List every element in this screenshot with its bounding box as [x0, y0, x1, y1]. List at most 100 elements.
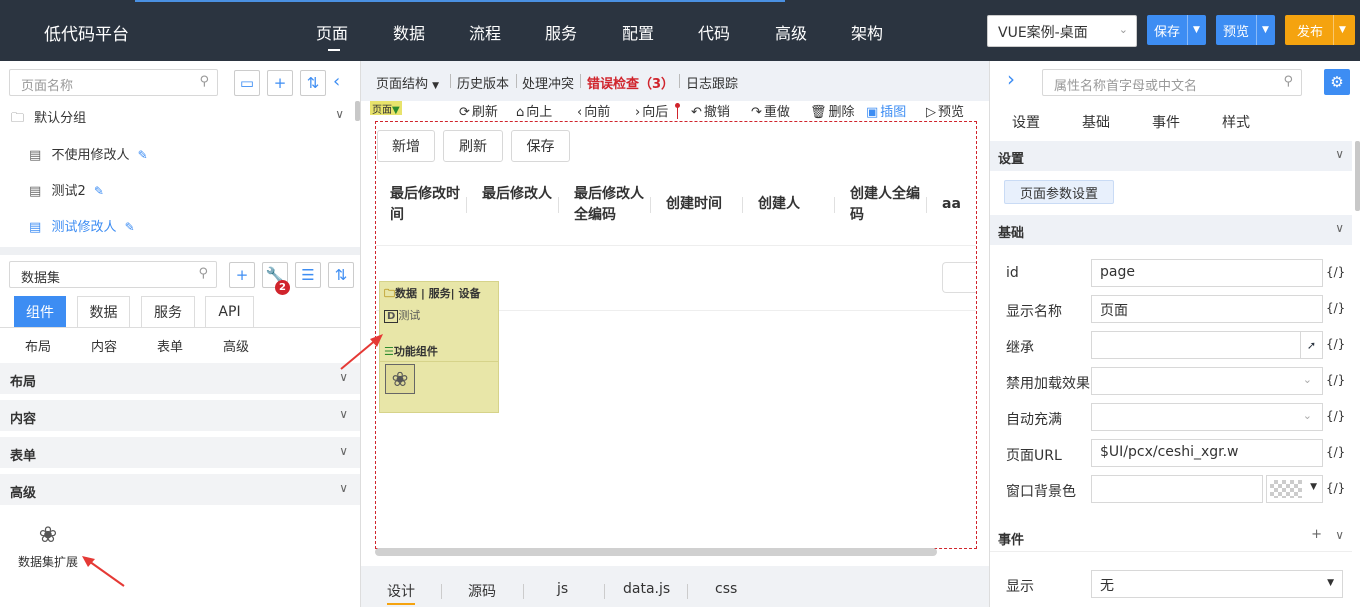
tab-events[interactable]: 事件: [1152, 112, 1180, 132]
column-header[interactable]: 最后修改人全编码: [574, 184, 644, 226]
sort-button[interactable]: ⇅: [328, 262, 354, 288]
page-search-input[interactable]: 页面名称 ⚲: [9, 69, 218, 96]
action-undo[interactable]: ↶ 撤销: [691, 101, 730, 120]
popup-item-test[interactable]: D 测试: [384, 307, 420, 323]
section-layout[interactable]: 布局 ∨: [0, 363, 360, 395]
window-bg-field[interactable]: [1091, 475, 1263, 503]
id-field[interactable]: page: [1091, 259, 1323, 287]
expression-toggle[interactable]: {/}: [1326, 265, 1345, 279]
nav-page[interactable]: 页面: [316, 20, 348, 51]
action-preview[interactable]: ▷ 预览: [926, 101, 964, 120]
cell-input-stub[interactable]: [942, 262, 976, 293]
error-check-link[interactable]: 错误检查（3）: [587, 73, 674, 92]
section-basic[interactable]: 基础 ∨: [990, 215, 1352, 245]
tree-item-page[interactable]: ▤ 测试2 ✎: [0, 180, 352, 199]
gear-icon[interactable]: ⚙: [1324, 69, 1350, 95]
action-redo[interactable]: ↷ 重做: [751, 101, 790, 120]
dataset-extension-component[interactable]: ❀ 数据集扩展: [12, 523, 84, 570]
action-up[interactable]: ⌂ 向上: [516, 101, 552, 120]
log-trace-link[interactable]: 日志跟踪: [686, 73, 738, 92]
expression-toggle[interactable]: {/}: [1326, 409, 1345, 423]
add-page-button[interactable]: +: [267, 70, 293, 96]
tree-item-page[interactable]: ▤ 不使用修改人 ✎: [0, 144, 352, 163]
save-button[interactable]: 保存: [511, 130, 570, 162]
subtab-advanced[interactable]: 高级: [223, 336, 249, 355]
collapse-left-icon[interactable]: ‹: [333, 71, 340, 92]
tab-css[interactable]: css: [715, 581, 737, 597]
ordered-list-button[interactable]: ☰: [295, 262, 321, 288]
property-search-input[interactable]: 属性名称首字母或中文名 ⚲: [1042, 69, 1302, 96]
clover-icon[interactable]: ❀: [385, 364, 415, 394]
expression-toggle[interactable]: {/}: [1326, 445, 1345, 459]
pencil-icon[interactable]: ✎: [138, 148, 148, 162]
nav-config[interactable]: 配置: [622, 20, 654, 44]
tab-api[interactable]: API: [205, 296, 254, 328]
sort-button[interactable]: ⇅: [300, 70, 326, 96]
component-search-input[interactable]: 数据集 ⚲: [9, 261, 217, 288]
pencil-icon[interactable]: ✎: [94, 184, 104, 198]
properties-scrollbar[interactable]: [1355, 141, 1360, 211]
action-delete[interactable]: 🗑 删除: [810, 101, 855, 120]
subtab-form[interactable]: 表单: [157, 336, 183, 355]
column-header[interactable]: aa: [942, 194, 972, 215]
nav-flow[interactable]: 流程: [469, 20, 501, 44]
tab-components[interactable]: 组件: [14, 296, 66, 328]
tab-data-js[interactable]: data.js: [623, 581, 670, 597]
add-folder-button[interactable]: ▭: [234, 70, 260, 96]
tab-services[interactable]: 服务: [141, 296, 195, 328]
tab-settings[interactable]: 设置: [1012, 112, 1040, 132]
refresh-button[interactable]: 刷新: [443, 130, 503, 162]
plus-icon[interactable]: +: [1311, 527, 1322, 542]
tab-design[interactable]: 设计: [387, 581, 415, 605]
tab-js[interactable]: js: [557, 581, 568, 597]
nav-code[interactable]: 代码: [698, 20, 730, 44]
tree-scrollbar[interactable]: [355, 101, 360, 121]
project-select[interactable]: VUE案例-桌面 ⌄: [987, 15, 1137, 47]
section-advanced[interactable]: 高级 ∨: [0, 474, 360, 506]
save-button[interactable]: 保存 ▼: [1147, 15, 1206, 45]
expression-toggle[interactable]: {/}: [1326, 337, 1345, 351]
inherit-field[interactable]: ➚: [1091, 331, 1323, 359]
caret-down-icon[interactable]: ▼: [1333, 15, 1351, 45]
page-structure-dropdown[interactable]: 页面结构 ▼: [376, 73, 439, 92]
section-events[interactable]: 事件 + ∨: [990, 522, 1352, 552]
nav-data[interactable]: 数据: [393, 20, 425, 44]
page-node-tag[interactable]: 页面▼: [370, 101, 402, 116]
column-header[interactable]: 创建时间: [666, 194, 746, 215]
canvas-horizontal-scrollbar[interactable]: [375, 548, 937, 556]
page-url-field[interactable]: $UI/pcx/ceshi_xgr.w: [1091, 439, 1323, 467]
caret-down-icon[interactable]: ▼: [1256, 15, 1274, 45]
column-header[interactable]: 创建人: [758, 194, 828, 215]
tab-source[interactable]: 源码: [468, 581, 496, 601]
subtab-layout[interactable]: 布局: [25, 336, 51, 355]
expression-toggle[interactable]: {/}: [1326, 481, 1345, 495]
nav-service[interactable]: 服务: [545, 20, 577, 44]
column-header[interactable]: 创建人全编码: [850, 184, 920, 226]
tree-item-page-selected[interactable]: ▤ 测试修改人 ✎: [0, 216, 352, 235]
column-header[interactable]: 最后修改时间: [390, 184, 460, 226]
page-param-settings-button[interactable]: 页面参数设置: [1004, 180, 1114, 204]
tab-style[interactable]: 样式: [1222, 112, 1250, 132]
nav-architecture[interactable]: 架构: [851, 20, 883, 44]
preview-button[interactable]: 预览 ▼: [1216, 15, 1275, 45]
pencil-icon[interactable]: ✎: [125, 220, 135, 234]
display-select[interactable]: 无 ▼: [1091, 570, 1343, 598]
resolve-conflict-link[interactable]: 处理冲突: [522, 73, 574, 92]
history-version-link[interactable]: 历史版本: [457, 73, 509, 92]
action-forward[interactable]: ‹ 向前: [577, 101, 610, 120]
nav-advanced[interactable]: 高级: [775, 20, 807, 44]
tree-group-default[interactable]: 🗀 默认分组 ∨: [0, 107, 352, 131]
disable-loading-select[interactable]: ⌄: [1091, 367, 1323, 395]
action-refresh[interactable]: ⟳ 刷新: [459, 101, 498, 120]
color-picker[interactable]: ▼: [1266, 475, 1323, 503]
action-insert-image[interactable]: ▣ 插图: [866, 101, 906, 120]
auto-fill-select[interactable]: ⌄: [1091, 403, 1323, 431]
display-name-field[interactable]: 页面: [1091, 295, 1323, 323]
expand-right-icon[interactable]: ›: [1007, 67, 1015, 91]
column-header[interactable]: 最后修改人: [482, 184, 552, 205]
add-component-button[interactable]: +: [229, 262, 255, 288]
publish-button[interactable]: 发布 ▼: [1285, 15, 1355, 45]
arrow-link-icon[interactable]: ➚: [1300, 332, 1322, 358]
subtab-content[interactable]: 内容: [91, 336, 117, 355]
tab-basic[interactable]: 基础: [1082, 112, 1110, 132]
